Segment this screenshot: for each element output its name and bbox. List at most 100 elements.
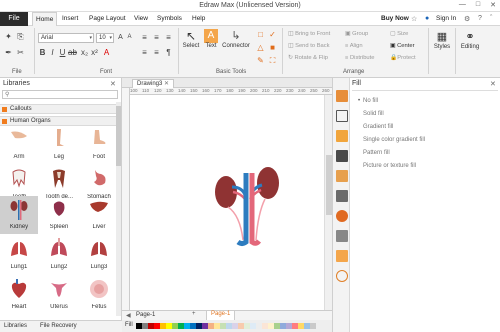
send-to-back-button[interactable]: ◫ Send to Back [288, 43, 330, 49]
increase-font-icon[interactable]: A [116, 33, 125, 42]
align-left-icon[interactable]: ≡ [140, 33, 149, 42]
shadow-tool-icon[interactable] [336, 130, 348, 142]
organ-foot[interactable]: Foot [80, 126, 118, 164]
protect-button[interactable]: 🔒Protect [390, 55, 416, 61]
indent-icon[interactable]: ≡ [152, 48, 161, 57]
paragraph-icon[interactable]: ¶ [164, 48, 173, 57]
underline-icon[interactable]: U [58, 48, 67, 57]
page-nav-icon[interactable]: ◀ [126, 312, 131, 319]
align-button[interactable]: ≡ Align [345, 43, 363, 49]
help-icon[interactable]: ? [478, 15, 482, 22]
strikethrough-icon[interactable]: ab [68, 48, 77, 57]
tab-insert[interactable]: Insert [62, 12, 78, 26]
bring-to-front-button[interactable]: ◫ Bring to Front [288, 31, 330, 37]
tab-home[interactable]: Home [32, 12, 58, 26]
bold-icon[interactable]: B [38, 48, 47, 57]
close-tab-icon[interactable]: ✕ [164, 81, 169, 87]
note-tool-icon[interactable] [336, 230, 348, 242]
new-icon[interactable]: ✦ [4, 32, 13, 41]
tab-page-layout[interactable]: Page Layout [89, 12, 126, 26]
pencil-tool-icon[interactable]: ✎ [256, 56, 265, 65]
format-painter-icon[interactable]: ✒ [4, 48, 13, 57]
organ-fetus[interactable]: Fetus [80, 276, 118, 314]
help-tool-icon[interactable] [336, 270, 348, 282]
align-center-icon[interactable]: ≡ [152, 33, 161, 42]
decrease-font-icon[interactable]: A [125, 33, 134, 42]
layers-tool-icon[interactable] [336, 170, 348, 182]
library-scroll-thumb[interactable] [116, 106, 121, 166]
organ-heart[interactable]: Heart [0, 276, 38, 314]
crop-tool-icon[interactable]: ⛶ [268, 56, 277, 65]
organ-liver[interactable]: Liver [80, 196, 118, 234]
rotate-flip-button[interactable]: ↻ Rotate & Flip [288, 55, 328, 61]
italic-icon[interactable]: I [48, 48, 57, 57]
category-callouts[interactable]: Callouts [0, 104, 121, 114]
editing-button[interactable]: ⚭ Editing [457, 30, 483, 50]
align-right-icon[interactable]: ≡ [164, 33, 173, 42]
organ-lung3[interactable]: Lung3 [80, 236, 118, 274]
close-icon[interactable]: ✕ [490, 1, 496, 9]
fill-option-no-fill[interactable]: No fill [358, 98, 378, 104]
line-tool-icon[interactable] [336, 110, 348, 122]
font-name-select[interactable]: Arial ▾ [38, 33, 94, 43]
fill-option-gradient[interactable]: Gradient fill [363, 124, 393, 130]
center-button[interactable]: ▣ Center [390, 43, 415, 49]
group-button[interactable]: ▣ Group [345, 31, 368, 37]
library-search-input[interactable]: ⚲ [2, 90, 118, 99]
file-menu[interactable]: File [0, 12, 28, 26]
size-button[interactable]: ▢ Size [390, 31, 408, 37]
hyperlink-tool-icon[interactable] [336, 190, 348, 202]
settings-icon[interactable]: ⚙ [464, 15, 470, 23]
organ-spleen[interactable]: Spleen [40, 196, 78, 234]
fill-option-single-color-gradient[interactable]: Single color gradient fill [363, 137, 425, 143]
organ-kidney[interactable]: Kidney [0, 196, 38, 234]
tab-symbols[interactable]: Symbols [157, 12, 182, 26]
comment-tool-icon[interactable] [336, 250, 348, 262]
minimize-icon[interactable]: — [459, 1, 466, 9]
drawing-canvas[interactable] [130, 95, 324, 310]
attachment-tool-icon[interactable] [336, 210, 348, 222]
bullets-icon[interactable]: ≡ [140, 48, 149, 57]
user-icon[interactable]: ● [425, 15, 429, 22]
subscript-icon[interactable]: x₂ [80, 48, 89, 57]
share-icon[interactable]: ☆ [411, 15, 417, 23]
fill-tool-icon[interactable] [336, 90, 348, 102]
select-tool[interactable]: ↖ Select [181, 29, 201, 63]
organ-lung1[interactable]: Lung1 [0, 236, 38, 274]
tab-view[interactable]: View [134, 12, 148, 26]
text-tool[interactable]: A Text [202, 29, 220, 63]
distribute-button[interactable]: ≡ Distribute [345, 55, 374, 61]
image-tool-icon[interactable] [336, 150, 348, 162]
organ-arm[interactable]: Arm [0, 126, 38, 164]
color-swatch[interactable] [310, 323, 316, 329]
cut-icon[interactable]: ✂ [16, 48, 25, 57]
collapse-ribbon-icon[interactable]: ˆ [490, 15, 492, 22]
close-panel-icon[interactable]: ✕ [110, 80, 116, 88]
tab-libraries[interactable]: Libraries [4, 323, 27, 329]
open-icon[interactable]: ⎘ [16, 32, 25, 41]
font-color-icon[interactable]: A [102, 48, 111, 57]
category-human-organs[interactable]: Human Organs [0, 116, 121, 126]
fill-option-pattern[interactable]: Pattern fill [363, 150, 390, 156]
tab-help[interactable]: Help [192, 12, 205, 26]
add-page-icon[interactable]: + [192, 311, 196, 317]
superscript-icon[interactable]: x² [90, 48, 99, 57]
fill-shape-icon[interactable]: ■ [268, 43, 277, 52]
fill-option-solid[interactable]: Solid fill [363, 111, 384, 117]
line-shape-icon[interactable]: ✓ [268, 30, 277, 39]
kidney-diagram[interactable] [130, 95, 324, 310]
buy-now-link[interactable]: Buy Now [381, 12, 409, 26]
tab-drawing3[interactable]: Drawing3 ✕ [132, 79, 174, 88]
organ-uterus[interactable]: Uterus [40, 276, 78, 314]
canvas-vertical-scrollbar[interactable] [324, 95, 332, 310]
page-tab-left[interactable]: Page-1 [136, 312, 155, 318]
fill-option-picture[interactable]: Picture or texture fill [363, 163, 416, 169]
connector-tool[interactable]: ↳ Connector [221, 29, 251, 63]
font-size-select[interactable]: 10 ▾ [96, 33, 114, 43]
polyline-shape-icon[interactable]: △ [256, 43, 265, 52]
sign-in-link[interactable]: Sign In [436, 12, 456, 26]
tab-file-recovery[interactable]: File Recovery [40, 323, 77, 329]
organ-lung2[interactable]: Lung2 [40, 236, 78, 274]
library-scrollbar[interactable] [116, 102, 121, 316]
organ-leg[interactable]: Leg [40, 126, 78, 164]
